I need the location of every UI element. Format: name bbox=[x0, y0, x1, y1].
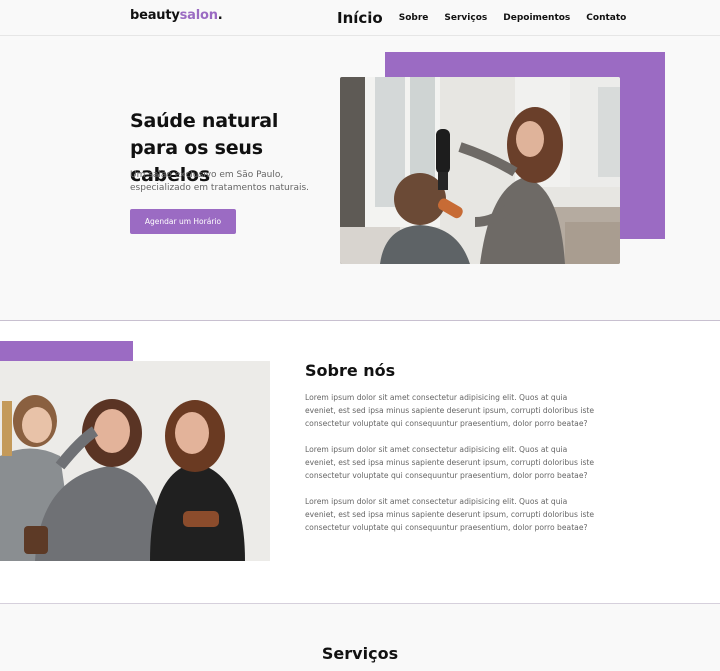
nav-item-servicos[interactable]: Serviços bbox=[444, 13, 487, 23]
about-paragraph: Lorem ipsum dolor sit amet consectetur a… bbox=[305, 393, 595, 428]
about-paragraph: Lorem ipsum dolor sit amet consectetur a… bbox=[305, 497, 595, 532]
nav-item-inicio[interactable]: Início bbox=[337, 9, 383, 27]
about-section: Sobre nós Lorem ipsum dolor sit amet con… bbox=[0, 321, 720, 603]
nav-item-depoimentos[interactable]: Depoimentos bbox=[503, 13, 570, 23]
schedule-appointment-button[interactable]: Agendar um Horário bbox=[130, 209, 236, 234]
about-photo-team bbox=[0, 361, 270, 561]
nav-item-contato[interactable]: Contato bbox=[586, 13, 626, 23]
logo[interactable]: beautysalon. bbox=[130, 8, 223, 23]
services-section: Serviços bbox=[0, 604, 720, 671]
main-nav: Início Sobre Serviços Depoimentos Contat… bbox=[337, 6, 626, 30]
logo-text-dot: . bbox=[217, 8, 223, 23]
about-title: Sobre nós bbox=[305, 361, 396, 380]
hero-section: Saúde natural para os seus cabelos Um sa… bbox=[0, 37, 720, 320]
logo-text-beauty: beauty bbox=[130, 8, 180, 23]
about-paragraph: Lorem ipsum dolor sit amet consectetur a… bbox=[305, 445, 595, 480]
about-accent-block bbox=[0, 341, 133, 361]
logo-text-salon: salon bbox=[179, 8, 218, 23]
nav-item-sobre[interactable]: Sobre bbox=[399, 13, 429, 23]
hero-photo-hairdresser bbox=[340, 77, 620, 264]
hero-subtitle: Um salão exclusivo em São Paulo, especia… bbox=[130, 170, 310, 193]
site-header: beautysalon. Início Sobre Serviços Depoi… bbox=[0, 0, 720, 36]
services-title: Serviços bbox=[321, 644, 399, 663]
